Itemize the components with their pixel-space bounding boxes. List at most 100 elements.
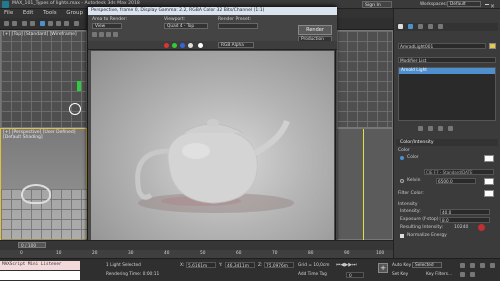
render-preset-dropdown[interactable]	[218, 23, 258, 29]
auto-key-selected-dropdown[interactable]: Selected	[412, 262, 442, 268]
listener-output[interactable]	[0, 271, 80, 280]
add-time-tag-button[interactable]: Add Time Tag	[298, 272, 327, 277]
x-coordinate-field[interactable]: 5,6161m	[186, 262, 216, 269]
zoom-extents-icon[interactable]	[470, 263, 475, 268]
tick-50: 50	[200, 251, 206, 256]
filter-color-swatch[interactable]	[484, 190, 494, 197]
kelvin-radio[interactable]	[400, 179, 404, 183]
tick-30: 30	[128, 251, 134, 256]
make-unique-icon[interactable]	[438, 126, 443, 131]
clone-window-icon[interactable]	[106, 32, 111, 37]
exposure-field[interactable]: 8.0	[440, 217, 490, 223]
z-coordinate-field[interactable]: 75,0976m	[264, 262, 294, 269]
sign-in-button[interactable]: Sign In	[362, 1, 392, 8]
move-icon[interactable]	[48, 21, 53, 26]
blue-channel-icon[interactable]	[180, 43, 185, 48]
color-radio[interactable]	[400, 156, 404, 160]
area-to-render-dropdown[interactable]: View	[92, 23, 122, 29]
viewport-right[interactable]	[336, 30, 393, 128]
link-icon[interactable]	[22, 21, 27, 26]
grid-size: Grid = 10,0cm	[298, 263, 330, 268]
orbit-icon[interactable]	[490, 263, 495, 268]
menu-tools[interactable]: Tools	[39, 9, 61, 17]
viewport-left[interactable]	[336, 128, 393, 241]
maximize-viewport-icon[interactable]	[470, 272, 475, 277]
menu-file[interactable]: File	[0, 9, 17, 17]
status-bar: MAXScript Mini Listener 1 Light Selected…	[0, 258, 500, 281]
viewport-top[interactable]: [+] [Top] [Standard] [Wireframe]	[0, 30, 87, 128]
auto-key-button[interactable]: Auto Key	[392, 263, 411, 268]
motion-tab-icon[interactable]	[428, 24, 433, 29]
print-icon[interactable]	[113, 32, 118, 37]
display-tab-icon[interactable]	[438, 24, 443, 29]
set-key-big-icon[interactable]: +	[378, 263, 388, 273]
hierarchy-tab-icon[interactable]	[418, 24, 423, 29]
maxscript-listener[interactable]: MAXScript Mini Listener	[0, 261, 80, 270]
mono-icon[interactable]	[198, 43, 203, 48]
light-gizmo[interactable]	[69, 103, 81, 115]
set-key-button[interactable]: Set Key	[392, 272, 408, 277]
workspaces-label: Workspaces:	[420, 2, 448, 7]
normalize-checkbox[interactable]	[400, 234, 404, 238]
goto-end-icon[interactable]: ⏭	[352, 262, 357, 268]
workspace-dropdown[interactable]: Default	[447, 1, 481, 7]
kelvin-label: Kelvin	[407, 178, 421, 183]
menu-edit[interactable]: Edit	[19, 9, 38, 17]
app-logo-icon[interactable]	[2, 1, 9, 8]
modify-tab-icon[interactable]	[408, 24, 413, 29]
fov-icon[interactable]	[460, 272, 465, 277]
command-panel: AmradLight001 Modifier List Arnold Light…	[393, 9, 500, 281]
minimize-icon[interactable]	[485, 4, 489, 5]
remove-modifier-icon[interactable]	[448, 126, 453, 131]
object-color-swatch[interactable]	[489, 43, 496, 49]
zoom-icon[interactable]	[460, 263, 465, 268]
light-color-swatch[interactable]	[484, 155, 494, 162]
copy-image-icon[interactable]	[99, 32, 104, 37]
snap-icon[interactable]	[74, 21, 79, 26]
rendered-image[interactable]	[91, 51, 334, 250]
timeline[interactable]: 0 / 100 0 10 20 30 40 50 60 70 80 90 100	[0, 240, 393, 259]
y-coordinate-field[interactable]: 46,3411m	[225, 262, 255, 269]
time-slider[interactable]: 0 / 100	[18, 242, 46, 249]
create-tab-icon[interactable]	[398, 24, 403, 29]
save-image-icon[interactable]	[92, 32, 97, 37]
modifier-list-dropdown[interactable]: Modifier List	[398, 57, 496, 64]
tick-10: 10	[56, 251, 62, 256]
undo-icon[interactable]	[4, 21, 9, 26]
channel-dropdown[interactable]: RGB Alpha	[218, 42, 254, 48]
color-intensity-rollout-header[interactable]: Color/Intensity	[396, 139, 498, 146]
channel-toolbar: RGB Alpha	[88, 41, 337, 50]
stack-item[interactable]: Arnold Light	[399, 68, 495, 74]
scale-icon[interactable]	[64, 21, 69, 26]
tick-0: 0	[20, 251, 23, 256]
alpha-channel-icon[interactable]	[188, 43, 193, 48]
window-controls[interactable]: ×	[484, 1, 498, 10]
current-frame-field[interactable]: 0	[346, 272, 364, 279]
intensity-field[interactable]: 40.0	[440, 209, 490, 215]
redo-icon[interactable]	[12, 21, 17, 26]
record-icon[interactable]	[478, 224, 485, 231]
teapot-render	[135, 119, 294, 213]
playback-controls: ⏮◀▶▶⏭	[336, 262, 378, 269]
show-end-result-icon[interactable]	[428, 126, 433, 131]
kelvin-field[interactable]: 6500.0	[436, 178, 476, 184]
kelvin-swatch[interactable]	[484, 178, 494, 185]
viewport-perspective[interactable]: [+] [Perspective] [User Defined] [Defaul…	[0, 128, 88, 241]
area-to-render-label: Area to Render:	[92, 17, 128, 22]
preset-dropdown[interactable]: CIE F7 - Standard/DATE	[424, 169, 494, 175]
pan-icon[interactable]	[480, 263, 485, 268]
unlink-icon[interactable]	[30, 21, 35, 26]
y-label: Y:	[219, 263, 223, 268]
select-icon[interactable]	[40, 21, 45, 26]
tick-60: 60	[236, 251, 242, 256]
rotate-icon[interactable]	[56, 21, 61, 26]
axis-icon	[77, 81, 81, 91]
viewport-dropdown[interactable]: Quad 4 - Top	[164, 23, 208, 29]
menu-group[interactable]: Group	[62, 9, 87, 17]
pin-stack-icon[interactable]	[418, 126, 423, 131]
object-name-field[interactable]: AmradLight001	[398, 43, 486, 50]
render-button[interactable]: Render	[298, 25, 332, 35]
key-filters-button[interactable]: Key Filters...	[426, 272, 452, 277]
green-channel-icon[interactable]	[172, 43, 177, 48]
red-channel-icon[interactable]	[164, 43, 169, 48]
